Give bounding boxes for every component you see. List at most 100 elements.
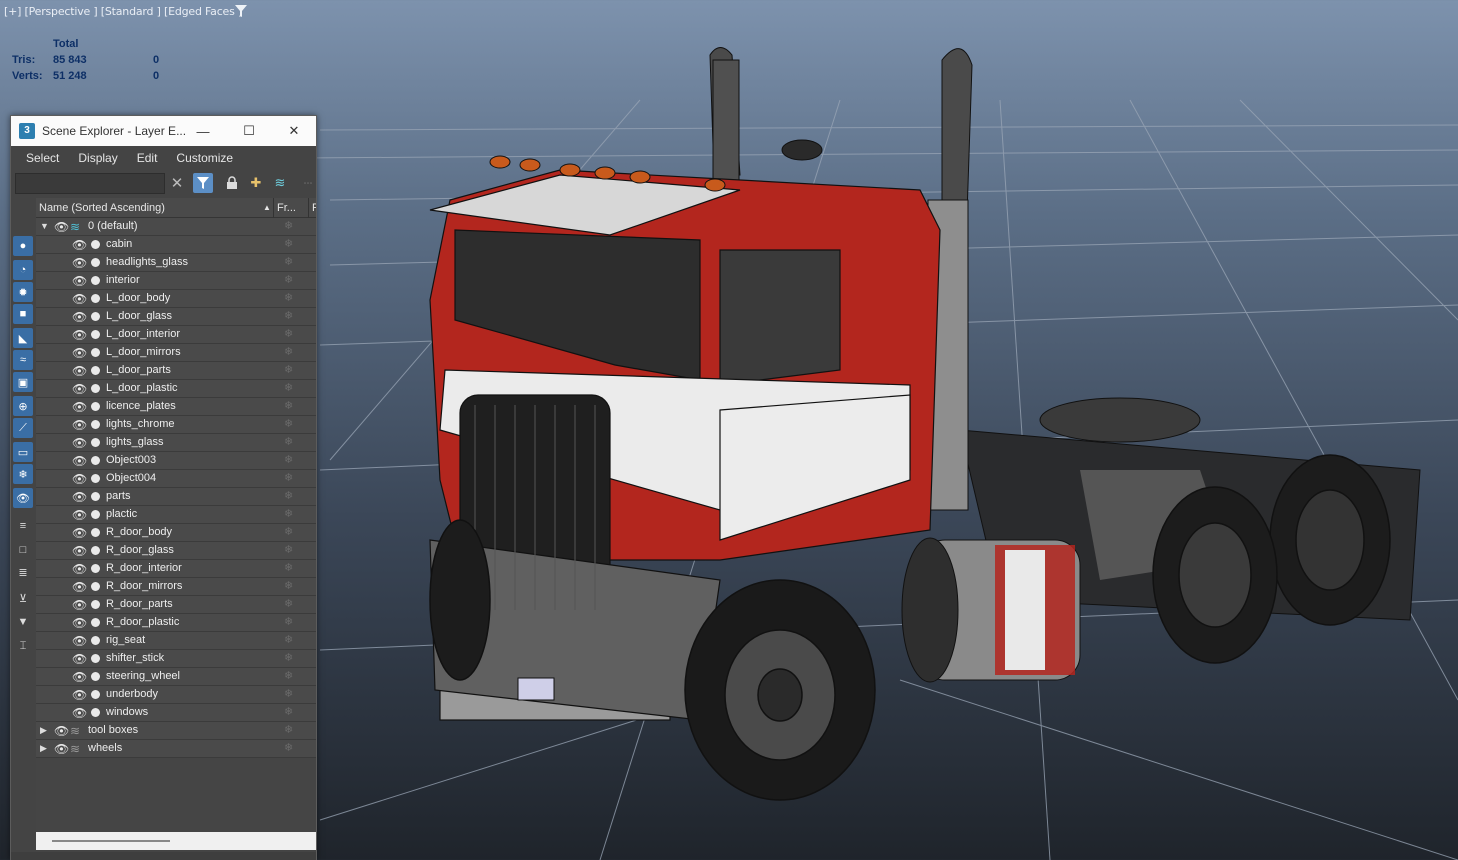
render-dot-icon[interactable] (91, 402, 100, 411)
object-row[interactable]: 👁 Object003 ❄ (36, 452, 316, 470)
frozen-icon[interactable]: ❄ (13, 464, 33, 484)
menu-edit[interactable]: Edit (137, 151, 158, 165)
visibility-eye-icon[interactable]: 👁 (72, 292, 87, 306)
column-freeze[interactable]: Fr... (277, 202, 296, 214)
freeze-icon[interactable]: ❄ (284, 417, 293, 430)
object-row[interactable]: 👁 lights_chrome ❄ (36, 416, 316, 434)
object-row[interactable]: 👁 interior ❄ (36, 272, 316, 290)
render-dot-icon[interactable] (91, 474, 100, 483)
freeze-icon[interactable]: ❄ (284, 291, 293, 304)
object-row[interactable]: 👁 L_door_body ❄ (36, 290, 316, 308)
visibility-eye-icon[interactable]: 👁 (72, 238, 87, 252)
object-row[interactable]: 👁 R_door_body ❄ (36, 524, 316, 542)
visibility-eye-icon[interactable]: 👁 (72, 418, 87, 432)
render-dot-icon[interactable] (91, 690, 100, 699)
render-dot-icon[interactable] (91, 636, 100, 645)
group-icon[interactable]: ▣ (13, 372, 33, 392)
menu-select[interactable]: Select (26, 151, 59, 165)
visibility-eye-icon[interactable]: 👁 (72, 562, 87, 576)
object-row[interactable]: 👁 parts ❄ (36, 488, 316, 506)
visibility-eye-icon[interactable]: 👁 (54, 220, 69, 234)
render-dot-icon[interactable] (91, 564, 100, 573)
freeze-icon[interactable]: ❄ (284, 381, 293, 394)
close-button[interactable]: ✕ (272, 116, 316, 146)
visibility-eye-icon[interactable]: 👁 (72, 472, 87, 486)
freeze-icon[interactable]: ❄ (284, 435, 293, 448)
render-dot-icon[interactable] (91, 456, 100, 465)
visibility-eye-icon[interactable]: 👁 (72, 706, 87, 720)
freeze-icon[interactable]: ❄ (284, 237, 293, 250)
object-row[interactable]: 👁 L_door_plastic ❄ (36, 380, 316, 398)
render-dot-icon[interactable] (91, 366, 100, 375)
scrollbar-thumb[interactable] (52, 840, 170, 842)
render-dot-icon[interactable] (91, 492, 100, 501)
object-row[interactable]: 👁 underbody ❄ (36, 686, 316, 704)
object-row[interactable]: 👁 Object004 ❄ (36, 470, 316, 488)
object-row[interactable]: 👁 L_door_interior ❄ (36, 326, 316, 344)
object-row[interactable]: 👁 R_door_glass ❄ (36, 542, 316, 560)
expand-right-icon[interactable]: ▶ (40, 743, 50, 754)
visibility-eye-icon[interactable]: 👁 (72, 310, 87, 324)
freeze-icon[interactable]: ❄ (284, 723, 293, 736)
visibility-eye-icon[interactable]: 👁 (72, 508, 87, 522)
freeze-icon[interactable]: ❄ (284, 471, 293, 484)
object-row[interactable]: 👁 plactic ❄ (36, 506, 316, 524)
visibility-eye-icon[interactable]: 👁 (72, 598, 87, 612)
freeze-icon[interactable]: ❄ (284, 705, 293, 718)
freeze-icon[interactable]: ❄ (284, 327, 293, 340)
visibility-eye-icon[interactable]: 👁 (72, 328, 87, 342)
light-icon[interactable]: ✹ (13, 282, 33, 302)
object-row[interactable]: 👁 rig_seat ❄ (36, 632, 316, 650)
render-dot-icon[interactable] (91, 294, 100, 303)
object-row[interactable]: 👁 cabin ❄ (36, 236, 316, 254)
visibility-eye-icon[interactable]: 👁 (72, 652, 87, 666)
visibility-eye-icon[interactable]: 👁 (72, 346, 87, 360)
object-row[interactable]: 👁 steering_wheel ❄ (36, 668, 316, 686)
viewport-label[interactable]: [+] [Perspective ] [Standard ] [Edged Fa… (4, 5, 242, 18)
visibility-eye-icon[interactable]: 👁 (72, 580, 87, 594)
visibility-eye-icon[interactable]: 👁 (72, 256, 87, 270)
more-icon[interactable]: ⋯ (299, 174, 317, 192)
object-row[interactable]: 👁 lights_glass ❄ (36, 434, 316, 452)
object-row[interactable]: 👁 L_door_glass ❄ (36, 308, 316, 326)
visibility-eye-icon[interactable]: 👁 (54, 724, 69, 738)
visibility-eye-icon[interactable]: 👁 (72, 364, 87, 378)
eye-icon[interactable]: 👁 (13, 488, 33, 508)
render-dot-icon[interactable] (91, 528, 100, 537)
expand-right-icon[interactable]: ▶ (40, 725, 50, 736)
render-dot-icon[interactable] (91, 348, 100, 357)
layer-row[interactable]: ▼ 👁 ≋ 0 (default) ❄ (36, 218, 316, 236)
expand-down-icon[interactable]: ▼ (40, 221, 50, 231)
freeze-icon[interactable]: ❄ (284, 507, 293, 520)
filter-plus-icon[interactable]: ⊻ (13, 588, 33, 608)
camera-icon[interactable]: ■ (13, 304, 33, 324)
freeze-icon[interactable]: ❄ (284, 273, 293, 286)
sphere-icon[interactable]: ● (13, 236, 33, 256)
object-row[interactable]: 👁 R_door_mirrors ❄ (36, 578, 316, 596)
layer-row[interactable]: ▶ 👁 ≋ tool boxes ❄ (36, 722, 316, 740)
render-dot-icon[interactable] (91, 240, 100, 249)
clear-search-icon[interactable]: ✕ (168, 174, 186, 192)
freeze-icon[interactable]: ❄ (284, 543, 293, 556)
render-dot-icon[interactable] (91, 510, 100, 519)
freeze-icon[interactable]: ❄ (284, 741, 293, 754)
column-extra[interactable]: F (312, 202, 316, 214)
visibility-eye-icon[interactable]: 👁 (72, 274, 87, 288)
render-dot-icon[interactable] (91, 546, 100, 555)
notes-icon[interactable]: ≣ (13, 562, 33, 582)
horizontal-scrollbar[interactable] (36, 832, 316, 850)
freeze-icon[interactable]: ❄ (284, 453, 293, 466)
menu-display[interactable]: Display (78, 151, 117, 165)
lock-icon[interactable] (223, 174, 241, 192)
bone-icon[interactable]: ⟋ (13, 418, 33, 438)
freeze-icon[interactable]: ❄ (284, 489, 293, 502)
render-dot-icon[interactable] (91, 618, 100, 627)
visibility-eye-icon[interactable]: 👁 (72, 616, 87, 630)
freeze-icon[interactable]: ❄ (284, 255, 293, 268)
menu-customize[interactable]: Customize (176, 151, 233, 165)
render-dot-icon[interactable] (91, 672, 100, 681)
freeze-icon[interactable]: ❄ (284, 363, 293, 376)
object-row[interactable]: 👁 R_door_plastic ❄ (36, 614, 316, 632)
freeze-icon[interactable]: ❄ (284, 399, 293, 412)
object-row[interactable]: 👁 licence_plates ❄ (36, 398, 316, 416)
